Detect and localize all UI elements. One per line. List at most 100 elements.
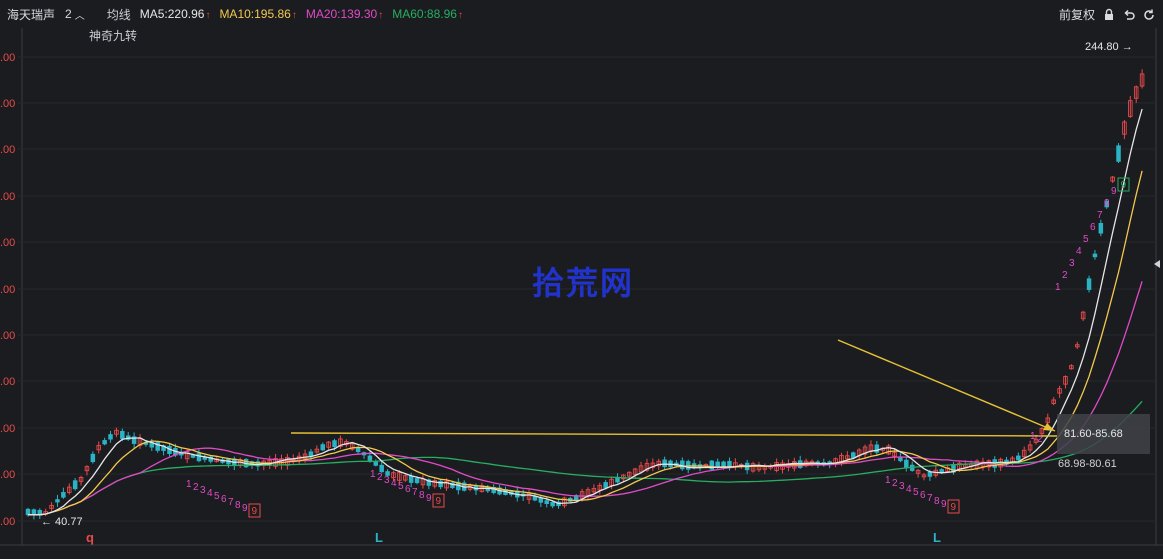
candle-body xyxy=(196,453,202,462)
nine-turn-badge-label: 9 xyxy=(1121,180,1127,191)
candle-body xyxy=(120,430,125,439)
nine-turn-digit: 7 xyxy=(1097,210,1103,221)
trend-arrow xyxy=(837,339,1056,432)
candle-body xyxy=(662,459,667,468)
resistance-line xyxy=(290,432,1058,437)
nine-turn-digit: 9 xyxy=(1111,186,1117,197)
candle-body xyxy=(355,447,361,453)
nine-turn-digit: 6 xyxy=(405,484,411,495)
candle-body xyxy=(727,460,732,468)
high-label: 244.80 → xyxy=(1085,41,1133,53)
price-pointer-icon xyxy=(1154,260,1160,268)
nine-turn-digit: 2 xyxy=(377,472,383,483)
y-tick-label: .00 xyxy=(0,144,15,156)
nine-turn-digit: 7 xyxy=(228,497,234,508)
nine-turn-digit: 1 xyxy=(186,479,192,490)
candle-body xyxy=(332,440,337,448)
nine-turn-digit: 3 xyxy=(1069,258,1075,269)
nine-turn-digit: 3 xyxy=(200,485,206,496)
y-tick-label: .00 xyxy=(0,376,15,388)
candle-body xyxy=(31,509,37,516)
nine-turn-digit: 8 xyxy=(235,500,241,511)
candle-body xyxy=(544,500,549,504)
candle-body xyxy=(373,461,379,466)
y-tick-label: .00 xyxy=(0,469,15,481)
candle-body xyxy=(550,501,555,507)
candle-body xyxy=(1098,223,1104,234)
candle-body xyxy=(72,480,78,490)
nine-turn-digit: 8 xyxy=(1104,198,1110,209)
candle-body xyxy=(379,464,384,473)
bottom-marker: L xyxy=(933,530,941,545)
y-tick-label: .00 xyxy=(0,516,15,528)
bottom-marker: q xyxy=(86,530,94,545)
candle-body xyxy=(851,452,856,459)
nine-turn-digit: 5 xyxy=(913,487,919,498)
nine-turn-digit: 5 xyxy=(1083,234,1089,245)
box-upper-label: 81.60-85.68 xyxy=(1064,428,1123,440)
candle-body xyxy=(367,455,373,462)
nine-turn-digit: 9 xyxy=(242,503,248,514)
candle-body xyxy=(102,440,107,445)
nine-turn-badge-label: 9 xyxy=(252,506,258,517)
candle-body xyxy=(108,434,113,440)
bottom-marker: L xyxy=(375,530,383,545)
ma5-line xyxy=(27,108,1143,516)
box-lower-label: 68.98-80.61 xyxy=(1058,458,1117,470)
nine-turn-digit: 9 xyxy=(941,499,947,510)
candle-body xyxy=(603,482,608,488)
nine-turn-badge-label: 9 xyxy=(436,496,442,507)
candle-body xyxy=(721,461,726,468)
nine-turn-digit: 8 xyxy=(419,490,425,501)
nine-turn-digit: 1 xyxy=(1030,431,1036,442)
y-tick-label: .00 xyxy=(0,330,15,342)
candle-body xyxy=(414,478,420,484)
watermark: 拾荒网 xyxy=(532,264,635,302)
candle-body xyxy=(61,492,66,498)
nine-turn-digit: 3 xyxy=(899,481,905,492)
candle-body xyxy=(90,453,96,463)
nine-turn-digit: 4 xyxy=(207,488,213,499)
nine-turn-digit: 6 xyxy=(920,490,926,501)
nine-turn-digit: 2 xyxy=(1062,270,1068,281)
y-tick-label: .00 xyxy=(0,52,15,64)
candle-body xyxy=(408,475,414,483)
nine-turn-digit: 4 xyxy=(391,478,397,489)
candle-body xyxy=(55,499,60,503)
candle-body xyxy=(308,451,314,457)
candle-body xyxy=(1016,455,1021,461)
nine-turn-digit: 5 xyxy=(214,491,220,502)
y-tick-label: .00 xyxy=(0,237,15,249)
nine-turn-digit: 1 xyxy=(885,475,891,486)
candle-body xyxy=(25,508,31,516)
nine-turn-digit: 8 xyxy=(934,496,940,507)
candle-body xyxy=(904,459,909,468)
candle-body xyxy=(1086,278,1092,290)
nine-turn-digit: 7 xyxy=(412,487,418,498)
nine-turn-digit: 2 xyxy=(193,482,199,493)
nine-turn-digit: 1 xyxy=(370,469,376,480)
candle-body xyxy=(320,444,325,451)
y-tick-label: .00 xyxy=(0,284,15,296)
candle-body xyxy=(898,456,903,462)
y-tick-label: .00 xyxy=(0,423,15,435)
y-tick-label: .00 xyxy=(0,191,15,203)
nine-turn-digit: 3 xyxy=(384,475,390,486)
nine-turn-digit: 6 xyxy=(221,494,227,505)
candle-body xyxy=(538,497,544,503)
y-tick-label: .00 xyxy=(0,98,15,110)
nine-turn-digit: 7 xyxy=(927,493,933,504)
nine-turn-digit: 9 xyxy=(426,493,432,504)
nine-turn-digit: 1 xyxy=(1055,282,1061,293)
nine-turn-digit: 6 xyxy=(1090,222,1096,233)
nine-turn-digit: 5 xyxy=(398,481,404,492)
nine-turn-digit: 4 xyxy=(1076,246,1082,257)
nine-turn-badge-label: 9 xyxy=(951,502,957,513)
nine-turn-digit: 2 xyxy=(1037,434,1043,445)
nine-turn-digit: 2 xyxy=(892,478,898,489)
candle-body xyxy=(939,469,944,473)
candle-body xyxy=(927,471,933,477)
candle-body xyxy=(680,460,685,470)
nine-turn-digit: 4 xyxy=(906,484,912,495)
low-label: ← 40.77 xyxy=(41,516,83,528)
